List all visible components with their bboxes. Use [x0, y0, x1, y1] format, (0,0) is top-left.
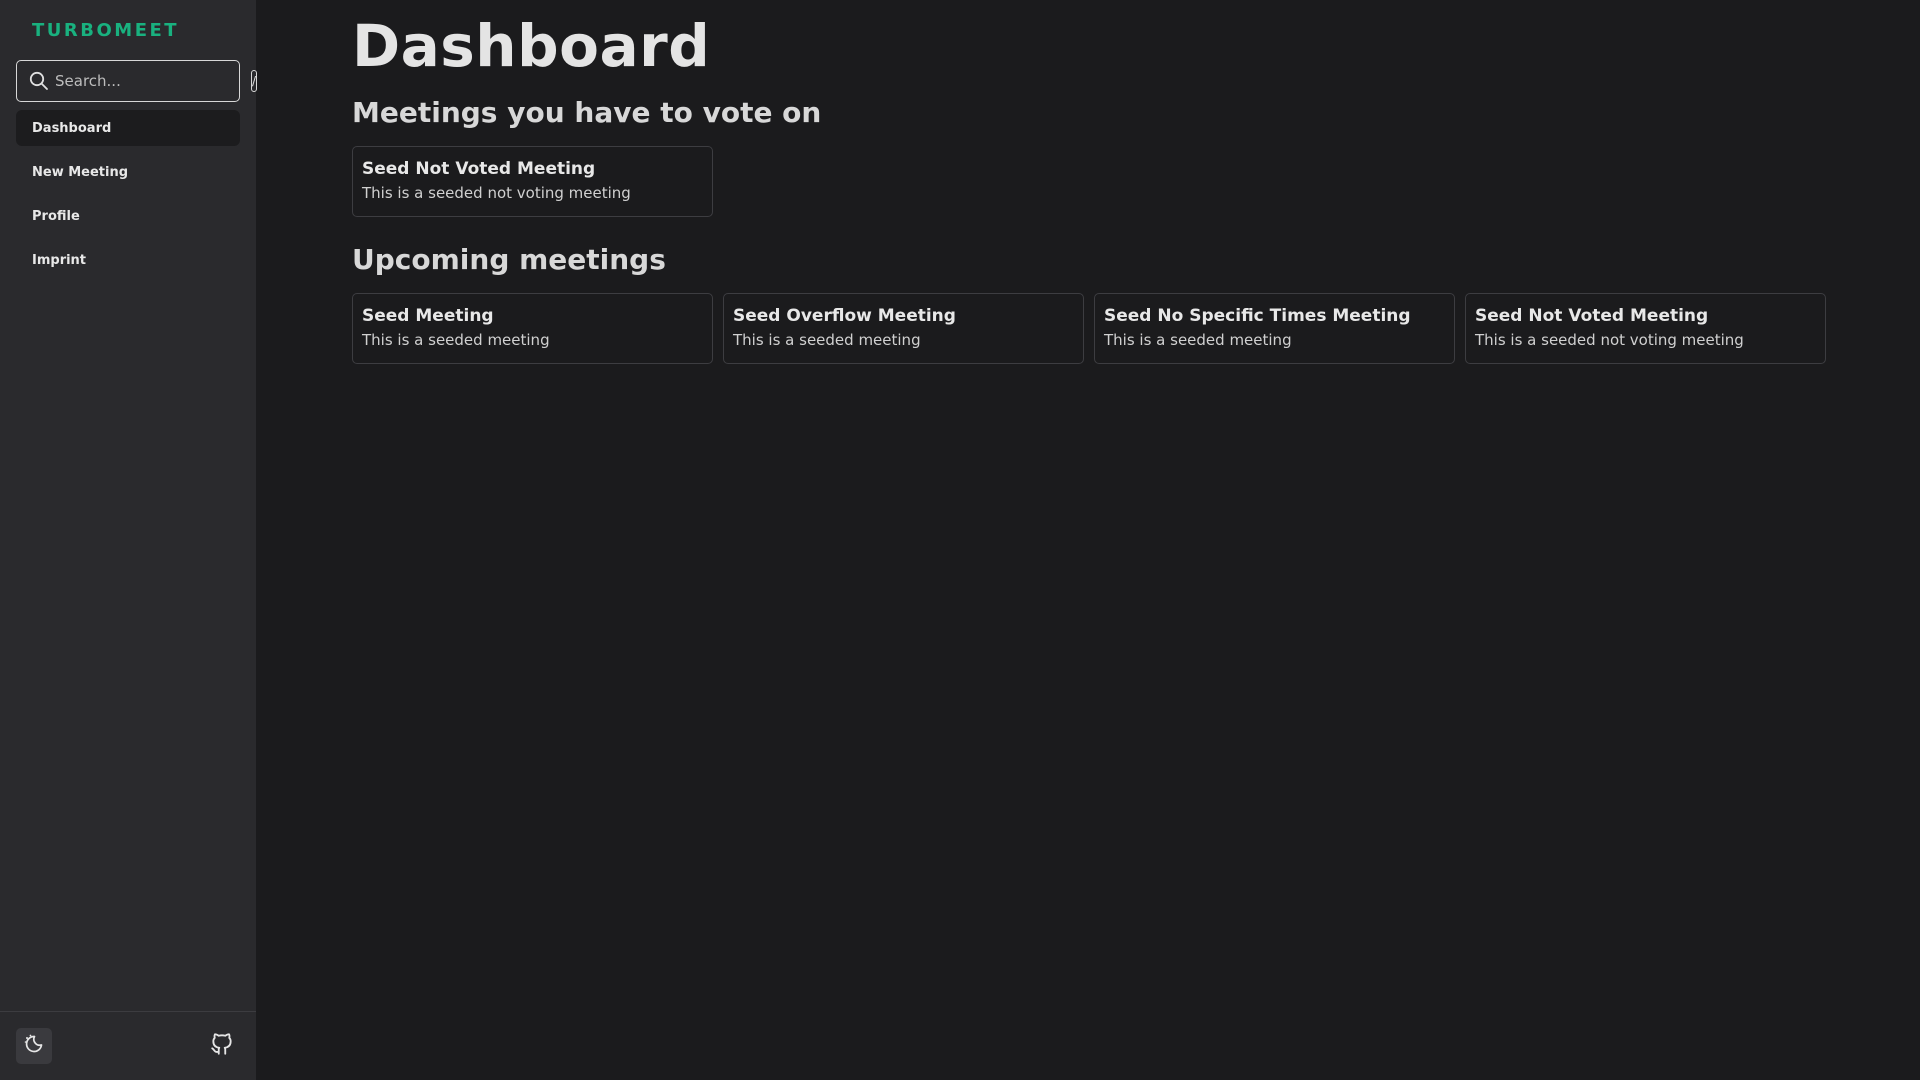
sidebar-item-dashboard[interactable]: Dashboard [16, 110, 240, 146]
theme-toggle-button[interactable] [16, 1028, 52, 1064]
vote-section-title: Meetings you have to vote on [352, 96, 822, 129]
meeting-card-title: Seed Meeting [362, 306, 494, 326]
meeting-card-title: Seed Overflow Meeting [733, 306, 956, 326]
meeting-card-title: Seed Not Voted Meeting [362, 159, 596, 179]
meeting-card[interactable]: Seed No Specific Times Meeting This is a… [1094, 293, 1455, 364]
meeting-card[interactable]: Seed Meeting This is a seeded meeting [352, 293, 713, 364]
github-link-button[interactable] [204, 1028, 240, 1064]
sidebar-item-imprint[interactable]: Imprint [16, 242, 240, 278]
upcoming-meetings-list: Seed Meeting This is a seeded meeting Se… [352, 293, 1832, 364]
sidebar-item-profile[interactable]: Profile [16, 198, 240, 234]
theme-toggle-icon [22, 1032, 46, 1060]
vote-meetings-list: Seed Not Voted Meeting This is a seeded … [352, 146, 1832, 217]
meeting-card-title: Seed Not Voted Meeting [1475, 306, 1709, 326]
sidebar: TURBOMEET / Dashboard New Meeting Profil… [0, 0, 258, 1080]
sidebar-footer [0, 1011, 256, 1080]
sidebar-nav: Dashboard New Meeting Profile Imprint [0, 110, 256, 286]
meeting-card[interactable]: Seed Not Voted Meeting This is a seeded … [352, 146, 713, 217]
meeting-card-description: This is a seeded meeting [1104, 331, 1292, 349]
search-icon [29, 70, 49, 92]
main-content: Dashboard Meetings you have to vote on S… [352, 0, 1832, 364]
search-box[interactable]: / [16, 60, 258, 102]
meeting-card-description: This is a seeded not voting meeting [362, 184, 631, 202]
meeting-card-description: This is a seeded meeting [733, 331, 921, 349]
meeting-card-title: Seed No Specific Times Meeting [1104, 306, 1411, 326]
meeting-card[interactable]: Seed Overflow Meeting This is a seeded m… [723, 293, 1084, 364]
meeting-card[interactable]: Seed Not Voted Meeting This is a seeded … [1465, 293, 1826, 364]
upcoming-section-title: Upcoming meetings [352, 243, 666, 276]
search-input[interactable] [49, 71, 251, 91]
sidebar-item-new-meeting[interactable]: New Meeting [16, 154, 240, 190]
meeting-card-description: This is a seeded meeting [362, 331, 550, 349]
github-icon [209, 1031, 235, 1061]
app-logo[interactable]: TURBOMEET [0, 0, 256, 58]
search-shortcut-badge: / [251, 70, 258, 92]
meeting-card-description: This is a seeded not voting meeting [1475, 331, 1744, 349]
page-title: Dashboard [352, 12, 711, 80]
